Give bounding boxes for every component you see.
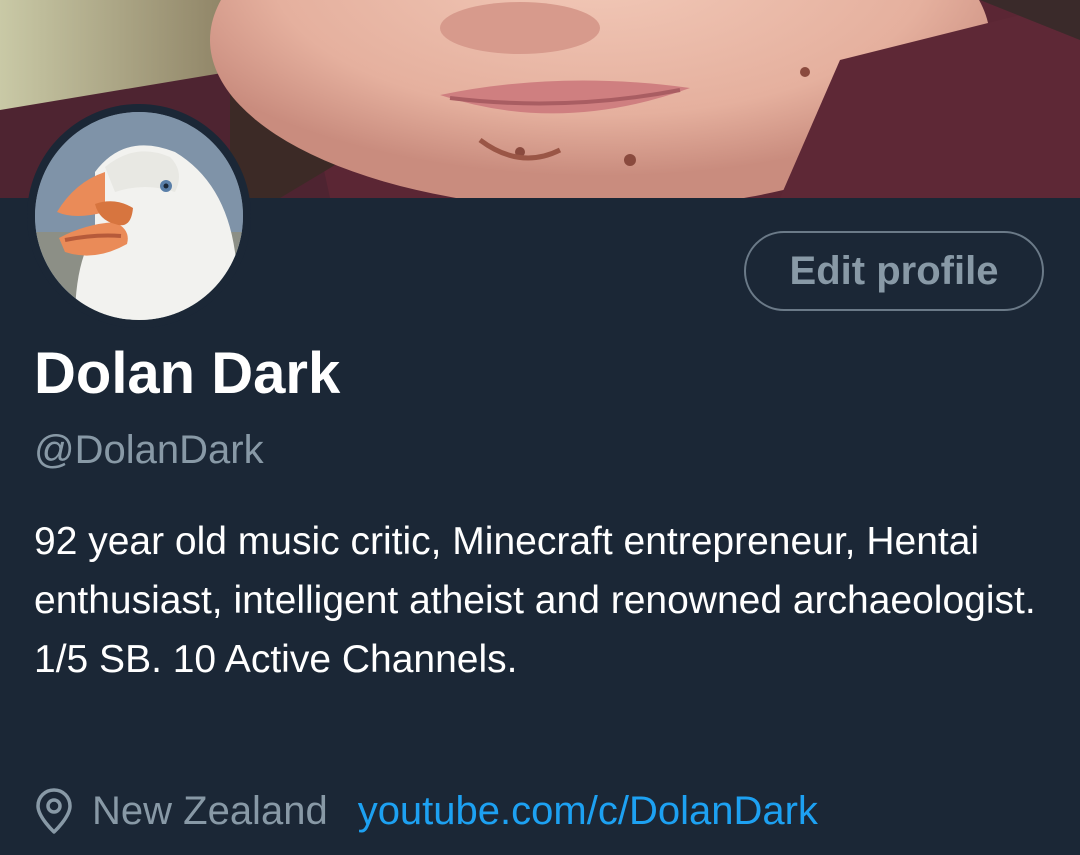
display-name: Dolan Dark [34,341,341,406]
avatar-image [35,112,243,320]
location-pin-icon [34,787,74,835]
username-handle: @DolanDark [34,428,264,472]
location-text: New Zealand [92,788,328,833]
edit-profile-button[interactable]: Edit profile [744,231,1044,311]
profile-bio: 92 year old music critic, Minecraft entr… [34,520,1036,681]
website-link[interactable]: youtube.com/c/DolanDark [358,789,818,834]
profile-meta-row: New Zealand youtube.com/c/DolanDark [34,783,818,839]
profile-page: Edit profile Dolan Dark @DolanDark 92 ye… [0,0,1080,855]
profile-avatar[interactable] [27,104,251,328]
